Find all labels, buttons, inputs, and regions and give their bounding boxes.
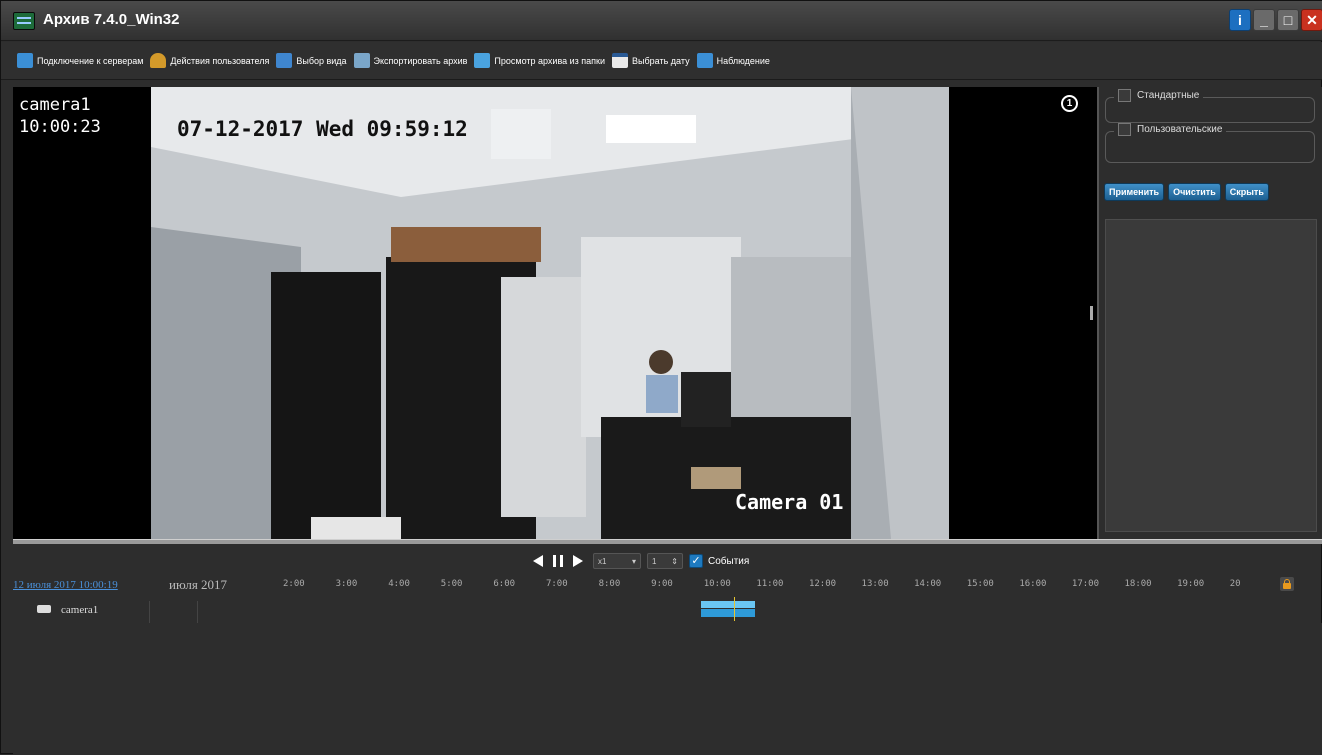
toolbar-label: Просмотр архива из папки: [494, 55, 606, 66]
toolbar-live-view[interactable]: Наблюдение: [696, 53, 770, 68]
hour-tick: 13:00: [861, 579, 889, 589]
toolbar-label: Выбрать дату: [632, 55, 690, 66]
timeline-splitter[interactable]: [13, 539, 1322, 544]
monitor-icon: [696, 53, 713, 68]
hour-tick: 18:00: [1124, 579, 1152, 589]
apply-button[interactable]: Применить: [1104, 183, 1165, 201]
splitter-handle[interactable]: [1090, 306, 1093, 320]
track-divider: [149, 601, 150, 623]
pause-icon[interactable]: [553, 555, 563, 567]
hour-tick: 14:00: [914, 579, 942, 589]
standard-checkbox[interactable]: [1118, 89, 1131, 102]
title-bar: Архив 7.4.0_Win32 i _ □ ✕: [1, 1, 1322, 41]
speed-value: x1: [598, 556, 607, 566]
osd-datetime: 07-12-2017 Wed 09:59:12: [177, 117, 468, 141]
export-icon: [353, 53, 370, 68]
track-camera-label: camera1: [61, 604, 99, 616]
timeline-cursor[interactable]: [734, 597, 735, 621]
toolbar-label: Подключение к серверам: [37, 55, 144, 66]
hour-tick: 17:00: [1071, 579, 1099, 589]
hour-tick: 3:00: [335, 579, 358, 589]
hour-tick: 20: [1229, 579, 1241, 589]
hour-tick: 16:00: [1019, 579, 1047, 589]
toolbar-select-view[interactable]: Выбор вида: [276, 53, 347, 68]
timeline-hour-scale: 2:00 3:00 4:00 5:00 6:00 7:00 8:00 9:00 …: [283, 579, 1282, 589]
toolbar-connect-servers[interactable]: Подключение к серверам: [17, 53, 143, 68]
camera-time-overlay: 10:00:23: [19, 117, 101, 137]
toolbar-export-archive[interactable]: Экспортировать архив: [353, 53, 468, 68]
camera-name-overlay: camera1: [19, 95, 91, 115]
app-logo-icon: [13, 12, 35, 30]
hide-button[interactable]: Скрыть: [1224, 183, 1269, 201]
camera-video-frame: [151, 87, 949, 539]
group-custom: Пользовательские: [1105, 123, 1315, 163]
hour-tick: 5:00: [440, 579, 463, 589]
hour-tick: 2:00: [283, 579, 305, 589]
hour-tick: 8:00: [598, 579, 621, 589]
recording-segment-video: [701, 609, 755, 617]
lock-icon[interactable]: [1280, 577, 1294, 591]
hour-tick: 19:00: [1177, 579, 1205, 589]
toolbar-label: Выбор вида: [296, 55, 347, 66]
hour-tick: 6:00: [493, 579, 516, 589]
events-checkbox[interactable]: ✓: [689, 554, 703, 568]
hour-tick: 9:00: [651, 579, 673, 589]
hour-tick: 4:00: [388, 579, 410, 589]
hour-tick: 7:00: [545, 579, 568, 589]
info-button[interactable]: i: [1229, 9, 1251, 31]
hour-tick: 15:00: [966, 579, 994, 589]
main-toolbar: Подключение к серверам Действия пользова…: [1, 42, 1322, 80]
calendar-icon: [612, 53, 629, 68]
timeline-track-row[interactable]: camera1: [13, 601, 1322, 623]
speed-select[interactable]: x1 ▾: [593, 553, 641, 569]
group-custom-label: Пользовательские: [1137, 124, 1223, 135]
toolbar-label: Экспортировать архив: [373, 55, 468, 66]
play-backward-icon[interactable]: [533, 555, 543, 567]
recording-segment[interactable]: [701, 601, 755, 617]
maximize-button[interactable]: □: [1277, 9, 1299, 31]
step-value: 1: [652, 556, 657, 566]
playback-controls: x1 ▾ 1 ⇕ ✓ События: [533, 551, 749, 571]
recording-segment-events: [701, 601, 755, 608]
archive-window: Архив 7.4.0_Win32 i _ □ ✕ Подключение к …: [0, 0, 1322, 755]
folder-icon: [474, 53, 491, 68]
custom-checkbox[interactable]: [1118, 123, 1131, 136]
group-custom-legend: Пользовательские: [1114, 123, 1227, 136]
toolbar-select-date[interactable]: Выбрать дату: [612, 53, 690, 68]
hour-tick: 11:00: [756, 579, 784, 589]
play-forward-icon[interactable]: [573, 555, 583, 567]
close-button[interactable]: ✕: [1301, 9, 1322, 31]
camera-icon: [37, 605, 51, 613]
filter-result-list[interactable]: [1105, 219, 1317, 532]
events-label: События: [708, 555, 750, 567]
clear-button[interactable]: Очистить: [1168, 183, 1221, 201]
panel-button-row: Применить Очистить Скрыть: [1104, 183, 1273, 201]
toolbar-label: Действия пользователя: [170, 55, 270, 66]
timeline-current-datetime[interactable]: 12 июля 2017 10:00:19: [13, 579, 118, 591]
chevron-down-icon: ▾: [631, 556, 636, 566]
timeline-month: июля 2017: [169, 577, 228, 592]
timeline-empty-area: [13, 623, 1322, 755]
filter-panel: Стандартные Пользовательские Применить О…: [1097, 87, 1322, 539]
office-scene-image: [151, 87, 949, 539]
layout-icon: [276, 53, 293, 68]
toolbar-user-actions[interactable]: Действия пользователя: [150, 53, 269, 68]
osd-camera-label: Camera 01: [735, 490, 844, 514]
toolbar-label: Наблюдение: [716, 55, 770, 66]
spinner-arrows-icon: ⇕: [671, 556, 678, 566]
hour-tick: 12:00: [808, 579, 837, 589]
group-standard: Стандартные: [1105, 89, 1315, 123]
viewport-number-badge: 1: [1061, 95, 1078, 112]
track-divider: [197, 601, 198, 623]
server-icon: [17, 53, 33, 68]
toolbar-browse-folder[interactable]: Просмотр архива из папки: [474, 53, 605, 68]
minimize-button[interactable]: _: [1253, 9, 1275, 31]
step-spinner[interactable]: 1 ⇕: [647, 553, 683, 569]
group-standard-label: Стандартные: [1137, 90, 1200, 101]
video-viewport[interactable]: camera1 10:00:23 07-12-2017 Wed 09:59:12…: [13, 87, 1097, 539]
hour-tick: 10:00: [703, 579, 731, 589]
group-standard-legend: Стандартные: [1114, 89, 1204, 102]
window-title: Архив 7.4.0_Win32: [43, 11, 180, 28]
user-icon: [150, 53, 167, 68]
